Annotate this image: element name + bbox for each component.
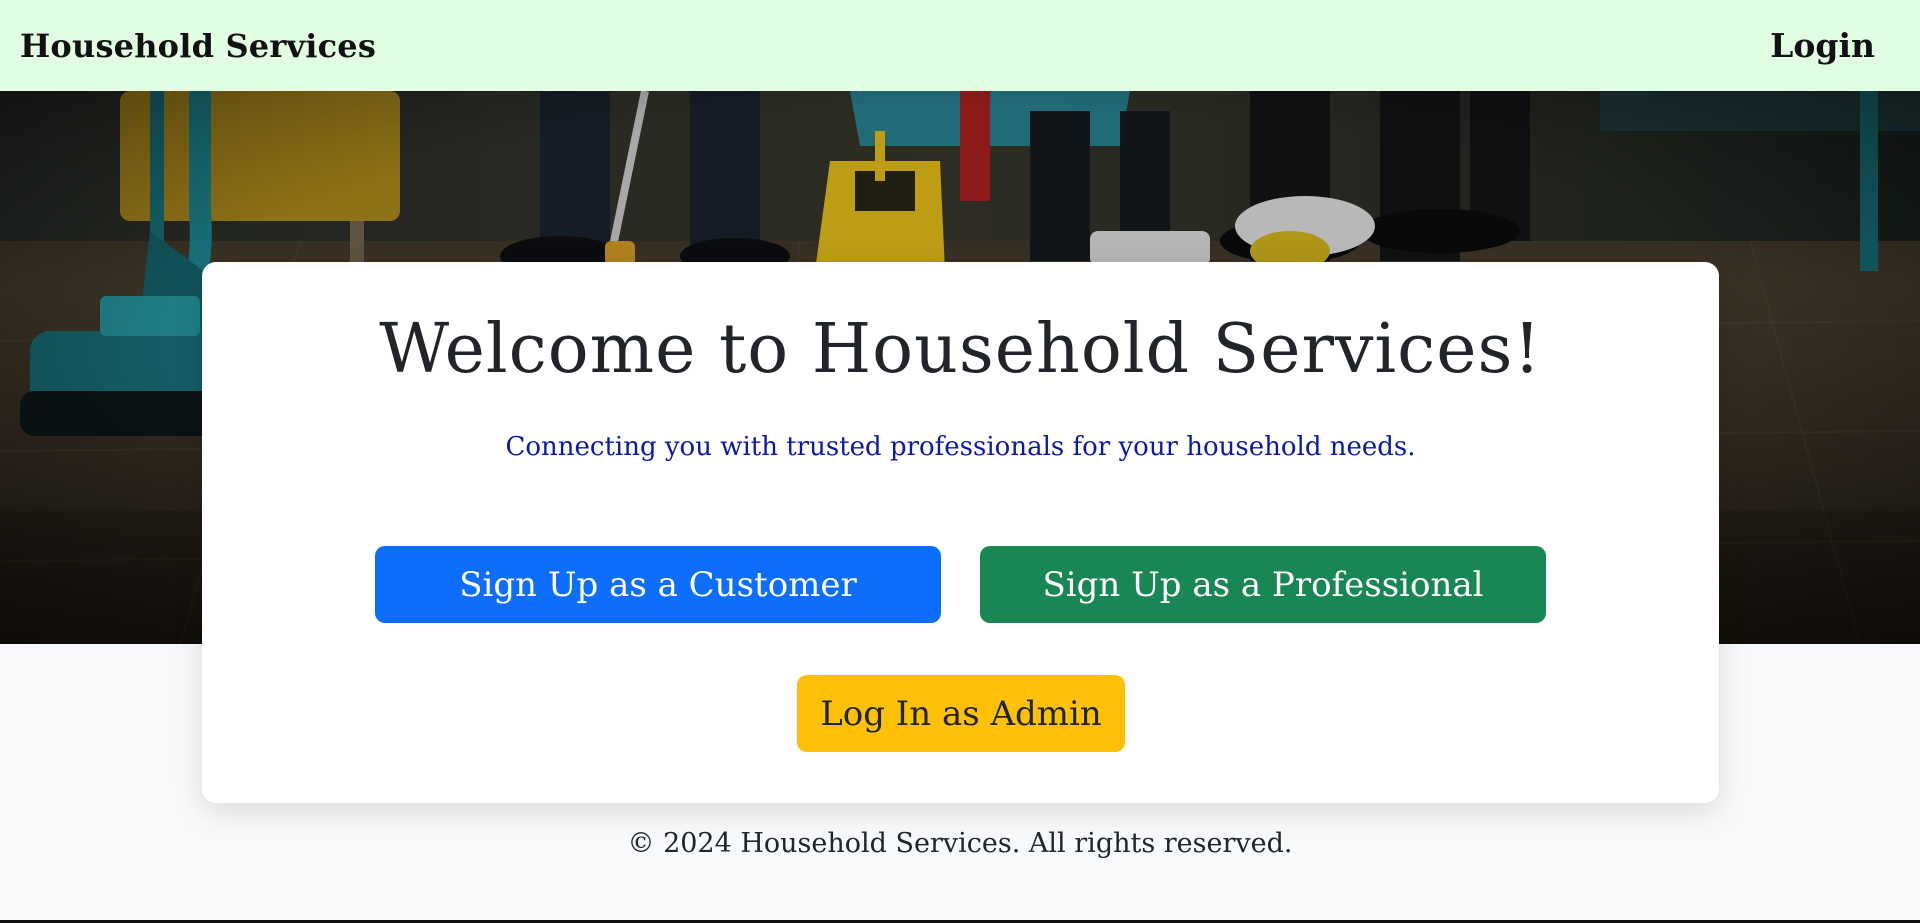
welcome-card: Welcome to Household Services! Connectin… bbox=[202, 262, 1719, 803]
signup-customer-button[interactable]: Sign Up as a Customer bbox=[375, 546, 941, 623]
welcome-title: Welcome to Household Services! bbox=[379, 310, 1542, 389]
admin-login-button[interactable]: Log In as Admin bbox=[797, 675, 1125, 752]
welcome-tagline: Connecting you with trusted professional… bbox=[505, 432, 1416, 462]
brand-logo-link[interactable]: Household Services bbox=[20, 27, 376, 65]
signup-professional-button[interactable]: Sign Up as a Professional bbox=[980, 546, 1546, 623]
navbar: Household Services Login bbox=[0, 0, 1920, 91]
footer-copyright: © 2024 Household Services. All rights re… bbox=[627, 828, 1293, 859]
nav-login-link[interactable]: Login bbox=[1770, 26, 1875, 65]
